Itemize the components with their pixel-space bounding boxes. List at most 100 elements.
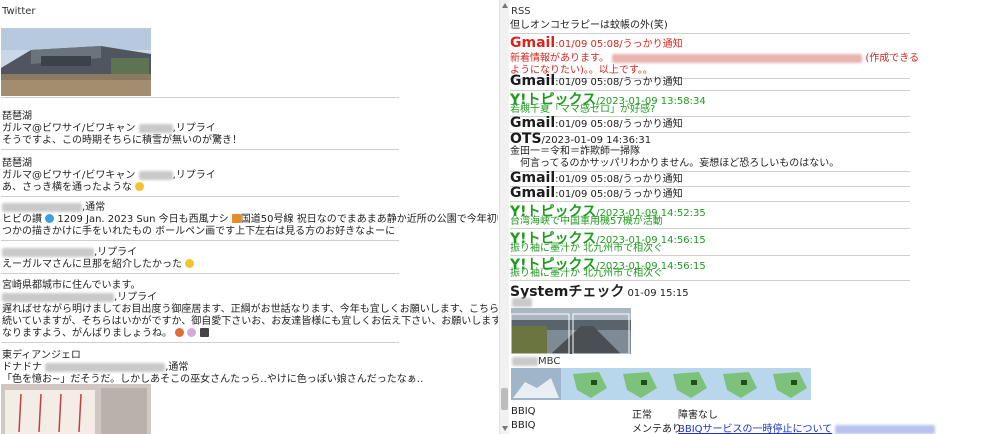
system-check-time: 01-09 15:15 <box>627 288 689 299</box>
rss-item-line[interactable]: 台湾海峡で中国軍用機57機が活動 <box>510 216 663 228</box>
redacted-id <box>138 170 173 180</box>
camera-image-road[interactable] <box>511 308 631 354</box>
tweet-body-row: えーガルマさんに旦那を紹介したかった <box>2 259 195 271</box>
earth-emoji-icon <box>45 214 55 223</box>
bbiq-maintenance-link[interactable]: BBIQサービスの一時停止について <box>678 424 832 434</box>
rss-item-line[interactable]: 振り袖に墨汁か 北九州市で相次ぐ <box>510 268 663 280</box>
rss-item-header[interactable]: Gmail:01/09 05:08/うっかり通知 <box>510 35 990 51</box>
divider <box>1 342 399 343</box>
rss-meta: /2023-01-09 14:36:31 <box>541 135 652 146</box>
smile-emoji-icon <box>135 182 145 191</box>
bbiq-status: メンテあり <box>632 424 682 434</box>
vertical-scrollbar[interactable] <box>499 0 509 434</box>
redacted-name <box>2 247 94 257</box>
rss-source: Gmail <box>510 73 556 89</box>
tweet-handle-row: ガルマ@ビワサイ/ビワキャン ,リプライ <box>2 170 216 182</box>
divider <box>1 149 399 150</box>
tweet-handle-row: ガルマ@ビワサイ/ビワキャン ,リプライ <box>2 123 216 135</box>
tweet-body: そうですよ、この時期そちらに積雪が無いのが驚き！ <box>2 135 242 146</box>
divider <box>1 240 399 241</box>
tweet-author[interactable]: 琵琶湖 <box>2 158 32 170</box>
sparkle-emoji-icon <box>187 328 197 337</box>
rss-source: Gmail <box>510 115 556 131</box>
tweet-body: えーガルマさんに旦那を紹介したかった <box>2 259 182 270</box>
bbiq-status: 正常 <box>632 410 652 421</box>
rss-item-line: 金田一＝令和＝詐欺師一掃隊 <box>510 146 640 157</box>
camera-label <box>512 297 532 308</box>
tweet-type: ,リプライ <box>172 170 216 181</box>
redacted-name <box>512 356 538 366</box>
redacted-name <box>2 202 82 212</box>
rss-source: Gmail <box>510 170 556 186</box>
tweet-body-line: なりますよう、がんばりましょうね。 <box>2 328 172 339</box>
redacted-name <box>2 292 114 302</box>
redacted-id <box>138 123 173 133</box>
tweet-body-row: あ、さっき横を通ったような <box>2 182 145 194</box>
tweet-photo-omikuji[interactable] <box>1 384 151 434</box>
rss-item-text: 新着情報があります。 <box>510 53 609 64</box>
scroll-thumb[interactable] <box>501 388 508 410</box>
redacted-name <box>512 297 532 307</box>
tweet-handle[interactable]: ガルマ@ビワサイ/ビワキャン <box>2 170 135 181</box>
rss-item-header[interactable]: Gmail:01/09 05:08/うっかり通知 <box>510 185 990 201</box>
rss-item-header[interactable]: Gmail:01/09 05:08/うっかり通知 <box>510 73 990 89</box>
tweet-body-row: なりますよう、がんばりましょうね。 <box>2 328 209 340</box>
tweet-handle-row: ,リプライ <box>2 292 157 304</box>
check-emoji-icon <box>199 328 209 337</box>
rss-source: Gmail <box>510 185 556 201</box>
tweet-body-part: 1209 Jan. 2023 Sun 今日も西風ナシ <box>57 214 229 225</box>
weather-map-strip[interactable] <box>511 368 811 400</box>
bbiq-name: BBIQ <box>511 406 536 417</box>
scroll-up-icon[interactable] <box>502 3 508 8</box>
factory-emoji-icon <box>231 214 241 223</box>
tweet-body-line: 続いていますが、そちらはいかがですか、御自愛下さいお、お友達皆様にも宜しくお伝え… <box>2 316 498 327</box>
rss-source: OTS <box>510 131 542 147</box>
scroll-down-icon[interactable] <box>502 426 508 431</box>
bow-emoji-icon <box>175 328 185 337</box>
tweet-body-line: ヒビの讃 1209 Jan. 2023 Sun 今日も西風ナシ 国道50号線 祝… <box>2 214 498 226</box>
tweet-body: あ、さっき横を通ったような <box>2 182 132 193</box>
tweet-body-part: ヒビの讃 <box>2 214 42 225</box>
tweet-type: ,リプライ <box>94 247 138 258</box>
bbiq-name: BBIQ <box>511 420 536 431</box>
tweet-body-line: つかの描きかけに手をいれたもの ボールペン画です上下左右は見る方のお好きなよーに <box>2 226 396 237</box>
tweet-handle[interactable]: ドナドナ <box>2 362 42 373</box>
tweet-author[interactable]: 東ディアンジェロ <box>2 350 81 362</box>
tweet-author[interactable]: 琵琶湖 <box>2 111 32 123</box>
tweet-type: ,通常 <box>165 362 189 373</box>
rss-item-header[interactable]: OTS/2023-01-09 14:36:31 <box>510 131 990 147</box>
camera-label: MBC <box>512 356 560 367</box>
divider <box>510 33 910 34</box>
rss-item-line: 新着情報があります。 (作成できる <box>510 53 919 65</box>
tweet-author[interactable]: 宮崎県都城市に住んでいます。 <box>2 280 141 292</box>
tweet-handle[interactable]: ガルマ@ビワサイ/ビワキャン <box>2 123 135 134</box>
divider <box>1 273 399 274</box>
tweet-handle-row: ドナドナ ,通常 <box>2 362 188 374</box>
rss-top-line: 但しオンコセラピーは蚊帳の外(笑) <box>510 20 668 31</box>
rss-item-line: 何言ってるのかサッパリわかりません。妄想ほど恐ろしいものはない。 <box>510 158 840 169</box>
bbiq-detail: 障害なし <box>678 410 718 421</box>
tweet-type: ,リプライ <box>114 292 158 303</box>
tweet-type: ,通常 <box>82 202 106 213</box>
tweet-body-part: 国道50号線 祝日なのでまあまあ静か近所の公園で今年初UFO観る↓い <box>240 214 498 225</box>
twitter-panel: Twitter 琵琶湖 ガルマ@ビワサイ/ビワキャン ,リプライ そうですよ、こ… <box>0 0 498 434</box>
rss-item-text: (作成できる <box>865 53 920 64</box>
camera-label-text: MBC <box>538 356 561 367</box>
tweet-body-line: 遅ればせながら明けましてお目出度う御座居ます、正綱がお世話なります、今年も宜しく… <box>2 304 498 315</box>
redacted-text <box>612 53 863 63</box>
tweet-handle-row: ,通常 <box>2 202 105 214</box>
divider <box>1 97 399 98</box>
rss-item-header[interactable]: Gmail:01/09 05:08/うっかり通知 <box>510 170 990 186</box>
tweet-photo-building[interactable] <box>1 28 151 96</box>
redacted-text <box>835 424 936 434</box>
divider <box>1 196 399 197</box>
rss-meta: :01/09 05:08/うっかり通知 <box>555 39 683 50</box>
tweet-type: ,リプライ <box>172 123 216 134</box>
rss-meta: :01/09 05:08/うっかり通知 <box>555 77 683 88</box>
system-check-row[interactable]: Systemチェック 01-09 15:15 <box>510 281 990 301</box>
bbiq-link-row: BBIQサービスの一時停止について <box>678 420 936 434</box>
twitter-panel-title: Twitter <box>2 6 36 17</box>
rss-item-header[interactable]: Gmail:01/09 05:08/うっかり通知 <box>510 115 990 131</box>
tweet-handle-row: ,リプライ <box>2 247 137 259</box>
redacted-id <box>45 362 166 372</box>
